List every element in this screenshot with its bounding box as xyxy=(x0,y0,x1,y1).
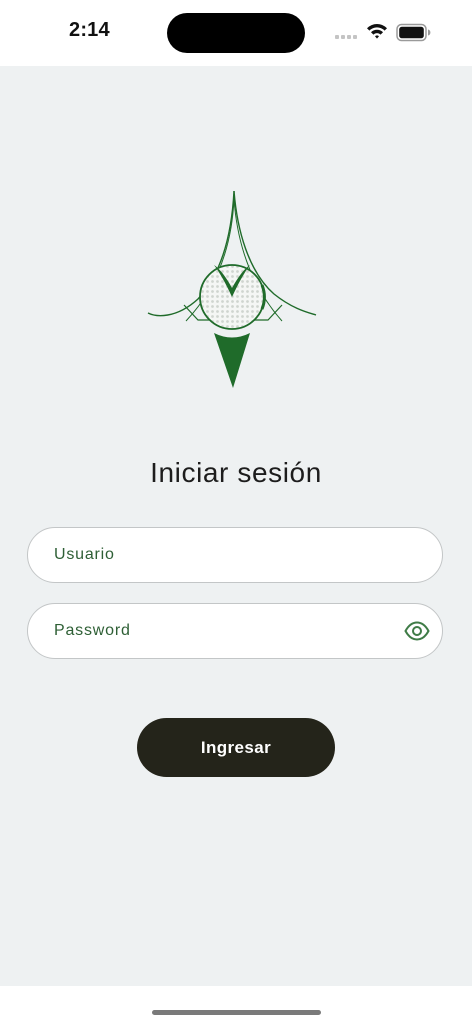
club-logo-icon xyxy=(147,190,317,388)
status-bar: 2:14 xyxy=(0,0,472,66)
cellular-signal-icon xyxy=(335,35,357,39)
password-input[interactable] xyxy=(54,604,404,658)
login-screen: Iniciar sesión xyxy=(0,66,472,986)
dynamic-island xyxy=(167,13,305,53)
status-time: 2:14 xyxy=(69,19,110,41)
page-title: Iniciar sesión xyxy=(150,457,322,488)
home-indicator[interactable] xyxy=(152,1010,321,1015)
password-field[interactable] xyxy=(27,603,443,659)
battery-icon xyxy=(396,23,431,42)
eye-icon[interactable] xyxy=(404,620,430,642)
username-field[interactable] xyxy=(27,527,443,583)
login-button[interactable]: Ingresar xyxy=(137,718,335,777)
home-bar xyxy=(0,986,472,1024)
wifi-icon xyxy=(367,23,387,39)
username-input[interactable] xyxy=(54,528,404,582)
